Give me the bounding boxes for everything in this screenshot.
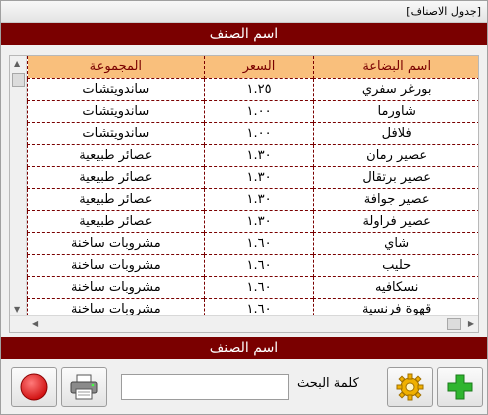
table-row[interactable]: بورغر سفري ١.٢٥ ساندويتشات xyxy=(27,77,478,101)
cell-group[interactable]: عصائر طبيعية xyxy=(27,165,205,189)
table-row[interactable]: شاي ١.٦٠ مشروبات ساخنة xyxy=(27,231,478,255)
cell-group[interactable]: مشروبات ساخنة xyxy=(27,275,205,299)
table-row[interactable]: نسكافيه ١.٦٠ مشروبات ساخنة xyxy=(27,275,478,299)
cell-group[interactable]: ساندويتشات xyxy=(27,121,205,145)
table-row[interactable]: فلافل ١.٠٠ ساندويتشات xyxy=(27,121,478,145)
horizontal-scroll-thumb[interactable] xyxy=(447,318,461,330)
column-header-group[interactable]: المجموعة xyxy=(27,56,205,79)
cell-group[interactable]: مشروبات ساخنة xyxy=(27,253,205,277)
cell-name[interactable]: شاي xyxy=(313,231,478,255)
search-label: كلمة البحث xyxy=(297,376,359,391)
cell-name[interactable]: شاورما xyxy=(313,99,478,123)
cell-price[interactable]: ١.٣٠ xyxy=(203,187,315,211)
column-header-price[interactable]: السعر xyxy=(203,56,315,79)
cell-price[interactable]: ١.٦٠ xyxy=(203,231,315,255)
window-title: [جدول الاصناف] xyxy=(406,5,481,18)
cell-name[interactable]: عصير رمان xyxy=(313,143,478,167)
table-header-row: اسم البضاعة السعر المجموعة xyxy=(27,56,478,79)
add-button[interactable] xyxy=(437,367,483,407)
scroll-right-arrow-icon[interactable]: ▶ xyxy=(468,319,474,328)
scroll-down-arrow-icon[interactable]: ▼ xyxy=(14,305,20,314)
cell-price[interactable]: ١.٠٠ xyxy=(203,99,315,123)
table-row[interactable]: شاورما ١.٠٠ ساندويتشات xyxy=(27,99,478,123)
cell-price[interactable]: ١.٣٠ xyxy=(203,143,315,167)
items-table-window: [جدول الاصناف] اسم الصنف اسم البضاعة الس… xyxy=(0,0,488,415)
plus-icon xyxy=(447,374,473,400)
table-row[interactable]: عصير فراولة ١.٣٠ عصائر طبيعية xyxy=(27,209,478,233)
bottom-toolbar: كلمة البحث xyxy=(1,357,487,415)
printer-icon xyxy=(70,374,98,400)
column-header-name[interactable]: اسم البضاعة xyxy=(313,56,478,79)
items-table: اسم البضاعة السعر المجموعة بورغر سفري ١.٢… xyxy=(27,56,478,321)
table-row[interactable]: حليب ١.٦٠ مشروبات ساخنة xyxy=(27,253,478,277)
red-circle-icon xyxy=(20,373,48,401)
cell-name[interactable]: حليب xyxy=(313,253,478,277)
cell-price[interactable]: ١.٦٠ xyxy=(203,253,315,277)
bottom-banner: اسم الصنف xyxy=(1,337,487,359)
title-bar: [جدول الاصناف] xyxy=(1,1,487,23)
cell-group[interactable]: عصائر طبيعية xyxy=(27,187,205,211)
cell-name[interactable]: عصير جوافة xyxy=(313,187,478,211)
scroll-left-arrow-icon[interactable]: ◀ xyxy=(32,319,38,328)
top-banner: اسم الصنف xyxy=(1,23,487,45)
table-row[interactable]: عصير رمان ١.٣٠ عصائر طبيعية xyxy=(27,143,478,167)
stop-button[interactable] xyxy=(11,367,57,407)
table-row[interactable]: عصير برتقال ١.٣٠ عصائر طبيعية xyxy=(27,165,478,189)
vertical-scrollbar[interactable]: ▲ ▼ xyxy=(10,56,27,317)
cell-name[interactable]: عصير برتقال xyxy=(313,165,478,189)
cell-name[interactable]: نسكافيه xyxy=(313,275,478,299)
cell-price[interactable]: ١.٣٠ xyxy=(203,165,315,189)
cell-group[interactable]: ساندويتشات xyxy=(27,99,205,123)
cell-group[interactable]: مشروبات ساخنة xyxy=(27,231,205,255)
gear-icon xyxy=(396,373,424,401)
horizontal-scrollbar[interactable]: ◀ ▶ xyxy=(10,315,478,332)
cell-price[interactable]: ١.٢٥ xyxy=(203,77,315,101)
print-button[interactable] xyxy=(61,367,107,407)
table-row[interactable]: عصير جوافة ١.٣٠ عصائر طبيعية xyxy=(27,187,478,211)
cell-price[interactable]: ١.٠٠ xyxy=(203,121,315,145)
scroll-up-arrow-icon[interactable]: ▲ xyxy=(14,59,20,68)
items-grid[interactable]: اسم البضاعة السعر المجموعة بورغر سفري ١.٢… xyxy=(9,55,479,333)
cell-name[interactable]: بورغر سفري xyxy=(313,77,478,101)
settings-button[interactable] xyxy=(387,367,433,407)
cell-group[interactable]: ساندويتشات xyxy=(27,77,205,101)
cell-name[interactable]: عصير فراولة xyxy=(313,209,478,233)
cell-group[interactable]: عصائر طبيعية xyxy=(27,143,205,167)
cell-price[interactable]: ١.٣٠ xyxy=(203,209,315,233)
cell-group[interactable]: عصائر طبيعية xyxy=(27,209,205,233)
cell-price[interactable]: ١.٦٠ xyxy=(203,275,315,299)
search-input[interactable] xyxy=(121,374,289,400)
vertical-scroll-thumb[interactable] xyxy=(12,73,25,87)
cell-name[interactable]: فلافل xyxy=(313,121,478,145)
